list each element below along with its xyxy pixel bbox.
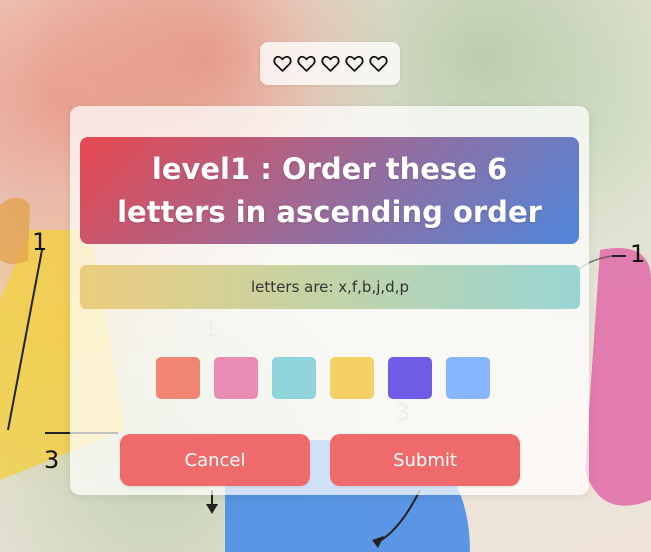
cancel-button[interactable]: Cancel xyxy=(120,434,310,486)
letter-slot-1[interactable] xyxy=(156,357,200,399)
letters-hint-banner: letters are: x,f,b,j,d,p xyxy=(80,265,580,309)
letter-slot-5[interactable] xyxy=(388,357,432,399)
heart-outline-icon xyxy=(296,55,316,72)
heart-outline-icon xyxy=(320,55,340,72)
heart-outline-icon xyxy=(272,55,292,72)
heart-outline-icon xyxy=(344,55,364,72)
letter-slot-6[interactable] xyxy=(446,357,490,399)
bg-numeral: 1 xyxy=(630,240,645,268)
letter-slot-3[interactable] xyxy=(272,357,316,399)
lives-indicator xyxy=(260,42,400,85)
bg-numeral: 3 xyxy=(44,446,59,474)
submit-button[interactable]: Submit xyxy=(330,434,520,486)
letter-slot-4[interactable] xyxy=(330,357,374,399)
game-card: level1 : Order these 6 letters in ascend… xyxy=(70,106,589,495)
letter-slot-2[interactable] xyxy=(214,357,258,399)
bg-numeral: 1 xyxy=(32,228,47,256)
level-title-banner: level1 : Order these 6 letters in ascend… xyxy=(80,137,579,244)
level-title: level1 : Order these 6 letters in ascend… xyxy=(117,151,542,229)
letters-hint: letters are: x,f,b,j,d,p xyxy=(251,278,409,296)
heart-outline-icon xyxy=(368,55,388,72)
letter-slots xyxy=(156,357,490,399)
